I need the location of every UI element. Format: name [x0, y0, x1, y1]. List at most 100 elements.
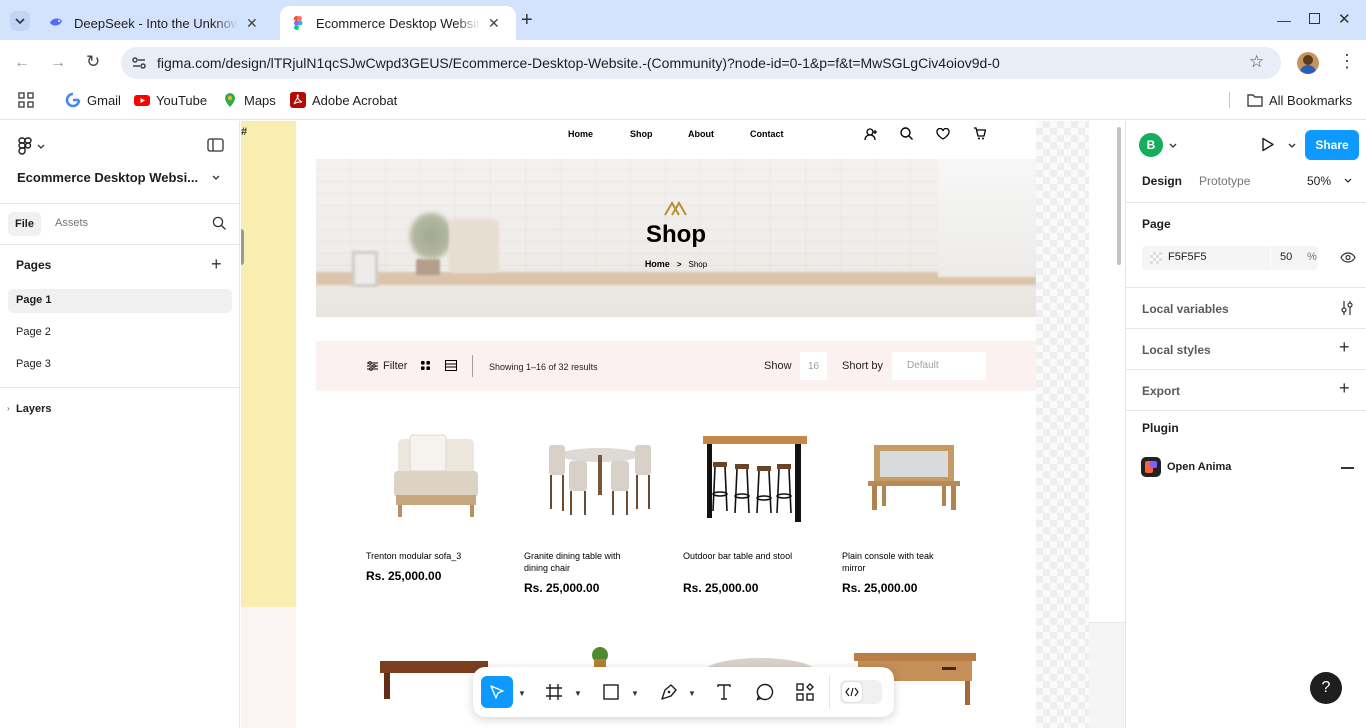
filter-icon[interactable]: [367, 361, 378, 371]
page-item-3[interactable]: Page 3: [16, 358, 51, 370]
move-tool-button[interactable]: [481, 676, 513, 708]
reload-button[interactable]: ↻: [86, 52, 100, 72]
chevron-down-icon[interactable]: ▼: [574, 689, 582, 698]
tab-design[interactable]: Design: [1142, 174, 1182, 188]
product-image-sofa[interactable]: [390, 431, 482, 521]
anima-logo-icon: [1141, 457, 1161, 477]
layers-heading[interactable]: Layers: [16, 403, 51, 415]
color-swatch[interactable]: [1150, 252, 1162, 264]
product-image-dining-table[interactable]: [545, 439, 655, 517]
frame-tool-button[interactable]: [542, 680, 566, 704]
profile-avatar[interactable]: [1297, 52, 1319, 74]
forward-button[interactable]: →: [50, 54, 66, 72]
page-color-field[interactable]: F5F5F5 50 %: [1142, 246, 1318, 270]
help-button[interactable]: ?: [1310, 672, 1342, 704]
tab-file[interactable]: File: [8, 212, 41, 236]
all-bookmarks-button[interactable]: All Bookmarks: [1247, 91, 1352, 109]
grid-view-icon[interactable]: [421, 361, 430, 370]
add-page-button[interactable]: +: [211, 254, 222, 275]
tab-prototype[interactable]: Prototype: [1199, 174, 1250, 188]
filter-label[interactable]: Filter: [383, 360, 407, 372]
chevron-down-icon[interactable]: [1344, 178, 1352, 183]
page-opacity[interactable]: 50: [1280, 251, 1292, 263]
frame-icon: [546, 684, 562, 700]
close-tab-icon[interactable]: ✕: [246, 15, 258, 32]
chevron-down-icon[interactable]: [1288, 143, 1296, 148]
dev-mode-toggle[interactable]: [840, 680, 882, 704]
bookmark-label: Maps: [244, 92, 276, 108]
divider: [0, 203, 240, 204]
chevron-down-icon[interactable]: ▼: [518, 689, 526, 698]
pen-tool-button[interactable]: [657, 680, 681, 704]
minimize-button[interactable]: —: [1277, 12, 1291, 28]
user-avatar[interactable]: B: [1139, 133, 1163, 157]
local-variables-label[interactable]: Local variables: [1142, 302, 1229, 316]
apps-icon[interactable]: [18, 92, 34, 108]
tab-assets[interactable]: Assets: [55, 217, 88, 229]
share-button[interactable]: Share: [1305, 130, 1359, 160]
user-icon[interactable]: [864, 128, 878, 141]
search-icon[interactable]: [212, 216, 227, 231]
text-tool-button[interactable]: [712, 680, 736, 704]
bookmark-maps[interactable]: Maps: [222, 91, 276, 109]
comment-tool-button[interactable]: [753, 680, 777, 704]
figma-main-menu[interactable]: [18, 137, 45, 155]
product-image-bar-table[interactable]: [701, 434, 809, 522]
bookmark-gmail[interactable]: Gmail: [65, 91, 121, 109]
list-view-icon[interactable]: [445, 360, 457, 371]
close-tab-icon[interactable]: ✕: [488, 15, 500, 32]
chevron-down-icon[interactable]: [212, 175, 220, 180]
actions-button[interactable]: [793, 680, 817, 704]
remove-plugin-button[interactable]: [1341, 467, 1354, 469]
play-icon[interactable]: [1261, 137, 1275, 152]
design-frame-shop[interactable]: Home Shop About Contact Shop Home > Shop: [316, 121, 1036, 728]
product-name-3: Outdoor bar table and stool: [683, 551, 793, 561]
search-icon[interactable]: [900, 127, 913, 140]
add-style-button[interactable]: +: [1339, 337, 1350, 358]
page-item-1[interactable]: Page 1: [16, 294, 51, 306]
close-window-button[interactable]: ✕: [1338, 10, 1351, 28]
tab-figma[interactable]: Ecommerce Desktop Website ✕: [280, 6, 516, 40]
breadcrumb-separator-icon: >: [676, 259, 682, 269]
product-image-console[interactable]: [868, 443, 960, 511]
new-tab-button[interactable]: +: [521, 9, 533, 32]
chevron-right-icon[interactable]: ›: [7, 404, 10, 413]
tab-deepseek[interactable]: DeepSeek - Into the Unknown ✕: [38, 6, 274, 40]
eye-icon[interactable]: [1340, 252, 1356, 263]
nav-shop[interactable]: Shop: [630, 129, 653, 139]
chevron-down-icon[interactable]: ▼: [631, 689, 639, 698]
plugin-name[interactable]: Open Anima: [1167, 461, 1231, 473]
show-count-input[interactable]: 16: [800, 352, 827, 380]
variables-icon[interactable]: [1340, 300, 1354, 316]
pages-heading: Pages: [16, 258, 52, 272]
tab-search-button[interactable]: [10, 11, 30, 31]
page-color-hex[interactable]: F5F5F5: [1168, 251, 1207, 263]
vertical-scrollbar[interactable]: [1117, 127, 1121, 265]
chevron-down-icon[interactable]: ▼: [688, 689, 696, 698]
figma-canvas[interactable]: Home Shop About Contact Shop Home > Shop: [241, 121, 1125, 728]
back-button[interactable]: ←: [14, 54, 30, 72]
bookmark-star-icon[interactable]: ☆: [1249, 52, 1264, 72]
browser-menu-icon[interactable]: ⋮: [1338, 52, 1356, 70]
add-export-button[interactable]: +: [1339, 378, 1350, 399]
sort-select[interactable]: Default: [892, 352, 986, 380]
shape-tool-button[interactable]: [599, 680, 623, 704]
file-name[interactable]: Ecommerce Desktop Websi...: [17, 170, 198, 185]
chevron-down-icon[interactable]: [1169, 143, 1177, 148]
toggle-sidebar-icon[interactable]: [207, 138, 224, 152]
site-settings-icon[interactable]: [131, 55, 147, 71]
maximize-button[interactable]: [1309, 13, 1320, 24]
zoom-level[interactable]: 50%: [1307, 174, 1331, 188]
address-bar[interactable]: figma.com/design/lTRjulN1qcSJwCwpd3GEUS/…: [121, 47, 1281, 79]
cart-icon[interactable]: [973, 127, 986, 140]
heart-icon[interactable]: [936, 128, 950, 140]
nav-contact[interactable]: Contact: [750, 129, 784, 139]
nav-home[interactable]: Home: [568, 129, 593, 139]
page-item-2[interactable]: Page 2: [16, 326, 51, 338]
product-name-4: Plain console with teak mirror: [842, 551, 934, 573]
breadcrumb-home[interactable]: Home: [645, 259, 670, 269]
bookmark-youtube[interactable]: YouTube: [134, 91, 207, 109]
nav-about[interactable]: About: [688, 129, 714, 139]
folder-icon: [1247, 94, 1263, 107]
bookmark-adobe-acrobat[interactable]: Adobe Acrobat: [290, 91, 397, 109]
